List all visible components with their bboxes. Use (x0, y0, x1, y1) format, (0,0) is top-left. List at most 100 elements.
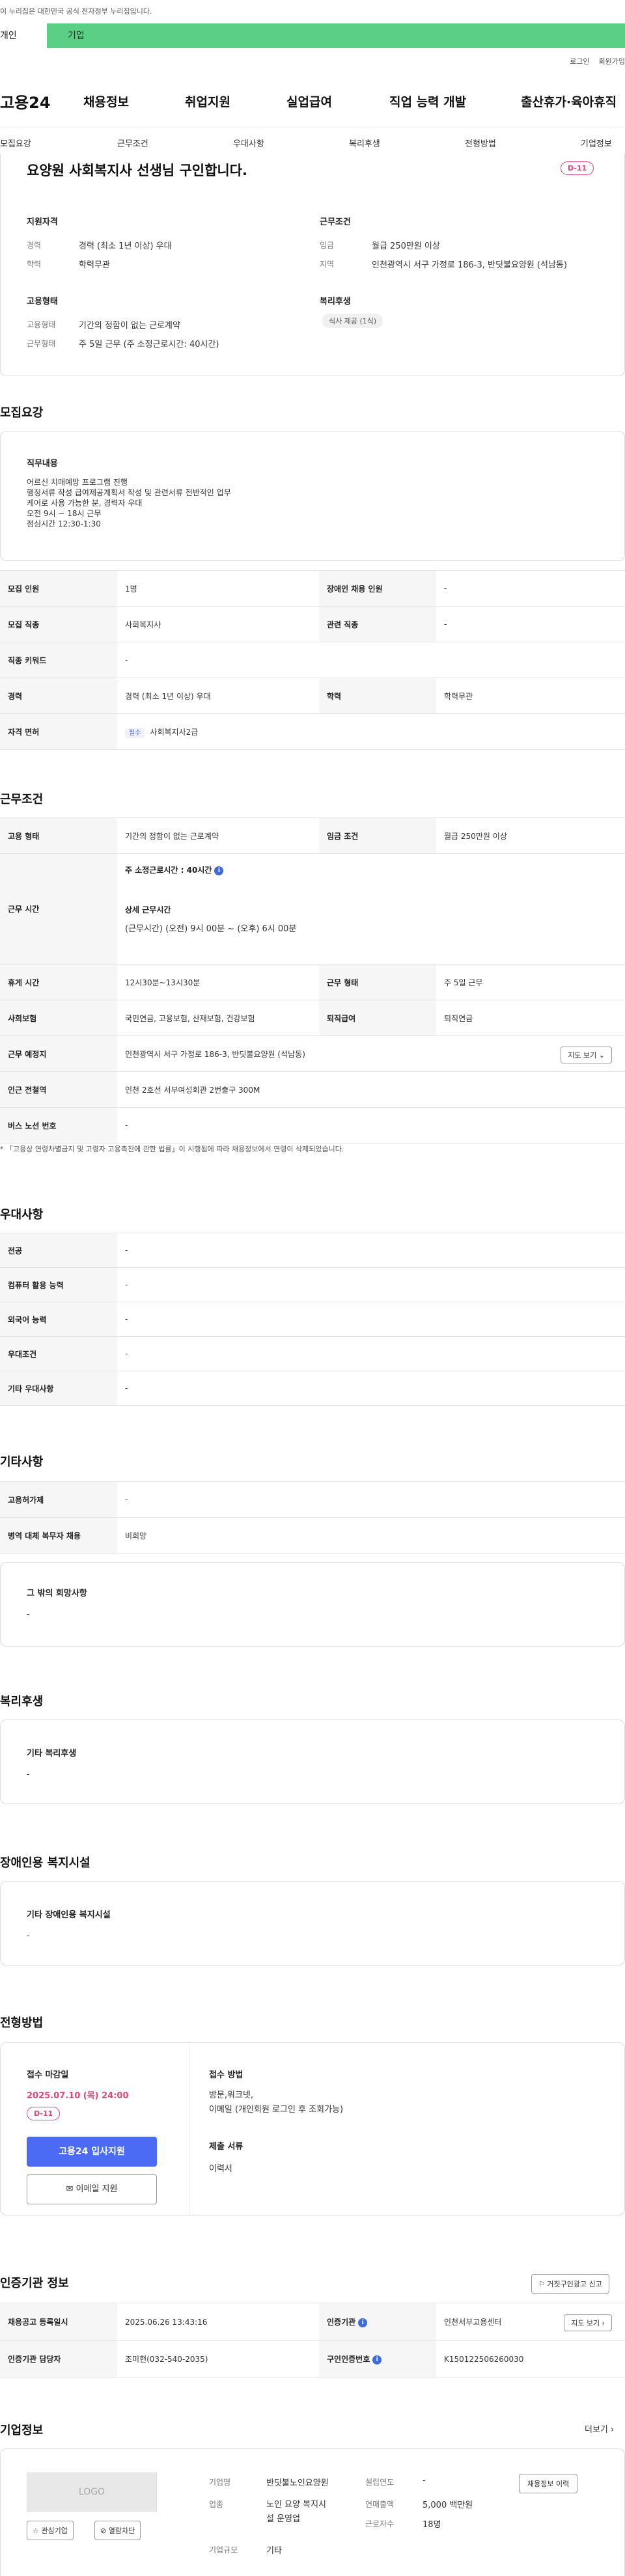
td: K150122506260030 (436, 2340, 625, 2377)
company-logo: LOGO (27, 2473, 157, 2512)
tab-screening[interactable]: 전형방법 (465, 137, 496, 149)
th: 근무 예정지 (0, 1035, 117, 1072)
signup-link[interactable]: 회원가입 (599, 57, 625, 66)
tab-welfare[interactable]: 복리후생 (349, 137, 380, 149)
map-button[interactable]: 지도 보기 ⌄ (561, 1047, 612, 1063)
table-row: 경력 경력 (최소 1년 이상) 우대 학력 학력무관 (0, 678, 625, 714)
table-row: 인증기관 담당자 조미현(032-540-2035) 구인인증번호 i K15012… (0, 2340, 625, 2377)
td: - (117, 1481, 625, 1518)
favorite-company-button[interactable]: ☆ 관심기업 (27, 2521, 74, 2540)
disabled-card: 기타 장애인용 복지시설 - (0, 1881, 625, 1966)
chevron-right-icon: › (611, 2425, 615, 2435)
more-link-label: 더보기 (585, 2425, 608, 2435)
emp-key: 근무형태 (27, 339, 56, 348)
more-link[interactable]: 더보기 › (585, 2422, 614, 2435)
table-row: 모집 인원 1명 장애인 채용 인원 - (0, 570, 625, 607)
td: 경력 (최소 1년 이상) 우대 (117, 678, 319, 714)
deadline-dday-badge: D-11 (27, 2107, 61, 2120)
duty-line: 어르신 치매예방 프로그램 진행 (27, 478, 128, 487)
cert-map-button[interactable]: 지도 보기 › (564, 2314, 612, 2331)
td: - (117, 1233, 625, 1268)
info-icon[interactable]: i (358, 2318, 368, 2327)
tab-company[interactable]: 기업정보 (581, 137, 612, 149)
apply-button[interactable]: 고용24 입사지원 (27, 2137, 157, 2167)
method-value: 방문,워크넷, 이메일 (개인회원 로그인 후 조회가능) (209, 2089, 343, 2117)
job-summary-card: 요양원 사회복지사 선생님 구인합니다. D-11 지원자격 경력 경력 (최소… (0, 154, 625, 376)
table-row: 직종 키워드 - (0, 642, 625, 678)
nav-employment-support[interactable]: 취업지원 (185, 92, 230, 110)
cond-key: 임금 (320, 241, 335, 250)
th: 직종 키워드 (0, 642, 117, 678)
chevron-right-icon: › (602, 2319, 605, 2327)
tab-recruit[interactable]: 모집요강 (0, 137, 31, 149)
table-row: 근무 시간 주 소정근로시간 : 40시간 i 상세 근무시간 (근무시간) (오… (0, 853, 625, 965)
cond-value: 월급 250만원 이상 (372, 241, 440, 251)
tab-company[interactable]: 기업 (68, 23, 85, 48)
nav-parental-leave[interactable]: 출산휴가·육아휴직 (521, 92, 617, 110)
th: 인증기관 i (319, 2303, 436, 2341)
disabled-card-value: - (27, 1931, 30, 1941)
report-button[interactable]: ⚐ 거짓구인광고 신고 (531, 2274, 609, 2294)
section-etc-title: 기타사항 (0, 1455, 44, 1469)
table-row: 고용허가제 - (0, 1481, 625, 1518)
email-apply-button[interactable]: ✉ 이메일 지원 (27, 2174, 157, 2204)
condition-title: 근무조건 (320, 217, 351, 227)
tab-conditions[interactable]: 근무조건 (117, 137, 148, 149)
th: 모집 직종 (0, 606, 117, 642)
user-type-tabs: 개인 기업 (0, 23, 625, 48)
dday-badge: D-11 (561, 161, 594, 175)
nav-unemployment-benefit[interactable]: 실업급여 (286, 92, 332, 110)
th: 경력 (0, 678, 117, 714)
org-value: 인천서부고용센터 (444, 2318, 502, 2327)
table-row: 우대조건 - (0, 1336, 625, 1371)
industry-line: 노인 요양 복지시 (266, 2500, 326, 2510)
map-button-label: 지도 보기 (568, 1051, 597, 1060)
block-icon: ⊘ (100, 2527, 107, 2535)
td: 기간의 정함이 없는 근로계약 (117, 817, 319, 854)
pref-table: 전공 - 컴퓨터 활용 능력 - 외국어 능력 - 우대조건 - 기타 우대사항 - (0, 1233, 625, 1406)
td: - (117, 1371, 625, 1406)
section-tabs: 모집요강 근무조건 우대사항 복리후생 전형방법 기업정보 (0, 128, 625, 156)
td: - (436, 606, 625, 642)
td: 인천 2호선 서부여성회관 2번출구 300M (117, 1071, 625, 1108)
hope-card: 그 밖의 희망사항 - (0, 1562, 625, 1647)
org-cell: 인천서부고용센터 지도 보기 › (436, 2303, 625, 2341)
th: 인증기관 담당자 (0, 2340, 117, 2377)
section-disabled-title: 장애인용 복지시설 (0, 1856, 90, 1870)
main-nav: 고용24 채용정보 취업지원 실업급여 직업 능력 개발 출산휴가·육아휴직 (0, 87, 625, 113)
info-icon[interactable]: i (214, 866, 224, 875)
license-value: 사회복지사2급 (150, 727, 199, 737)
nav-job-info[interactable]: 채용정보 (83, 92, 129, 110)
td: 사회복지사 (117, 606, 319, 642)
block-company-button[interactable]: ⊘ 열람차단 (94, 2521, 141, 2540)
tab-personal[interactable]: 개인 (0, 23, 47, 48)
th: 사회보험 (0, 1000, 117, 1036)
login-link[interactable]: 로그인 (570, 57, 589, 66)
hours-main: 주 소정근로시간 : 40시간 (125, 866, 212, 875)
divider (189, 2043, 190, 2216)
recruit-table: 모집 인원 1명 장애인 채용 인원 - 모집 직종 사회복지사 관련 직종 - 직종 … (0, 570, 625, 750)
etc-table: 고용허가제 - 병역 대체 복무자 채용 비희망 (0, 1481, 625, 1554)
tab-preferences[interactable]: 우대사항 (233, 137, 264, 149)
table-row: 컴퓨터 활용 능력 - (0, 1267, 625, 1302)
section-pref-title: 우대사항 (0, 1208, 44, 1222)
gov-banner: 이 누리집은 대한민국 공식 전자정부 누리집입니다. (0, 0, 625, 23)
td: - (117, 1267, 625, 1302)
qualification-title: 지원자격 (27, 217, 58, 227)
company-key: 근로자수 (365, 2519, 395, 2528)
td: 비희망 (117, 1517, 625, 1554)
table-row: 휴게 시간 12시30분~13시30분 근무 형태 주 5일 근무 (0, 964, 625, 1000)
nav-vocational-training[interactable]: 직업 능력 개발 (389, 92, 466, 110)
job-history-button[interactable]: 채용정보 이력 (519, 2474, 578, 2493)
table-row: 모집 직종 사회복지사 관련 직종 - (0, 606, 625, 642)
deadline-value: 2025.07.10 (목) 24:00 (27, 2091, 129, 2101)
site-logo[interactable]: 고용24 (0, 90, 51, 113)
th: 외국어 능력 (0, 1302, 117, 1337)
section-screen-title: 전형방법 (0, 2016, 44, 2030)
hope-value: - (27, 1610, 30, 1619)
company-employees: 18명 (423, 2520, 441, 2530)
org-key: 인증기관 (327, 2318, 356, 2327)
info-icon[interactable]: i (372, 2355, 382, 2364)
td: 12시30분~13시30분 (117, 964, 319, 1000)
section-recruit-title: 모집요강 (0, 406, 44, 420)
